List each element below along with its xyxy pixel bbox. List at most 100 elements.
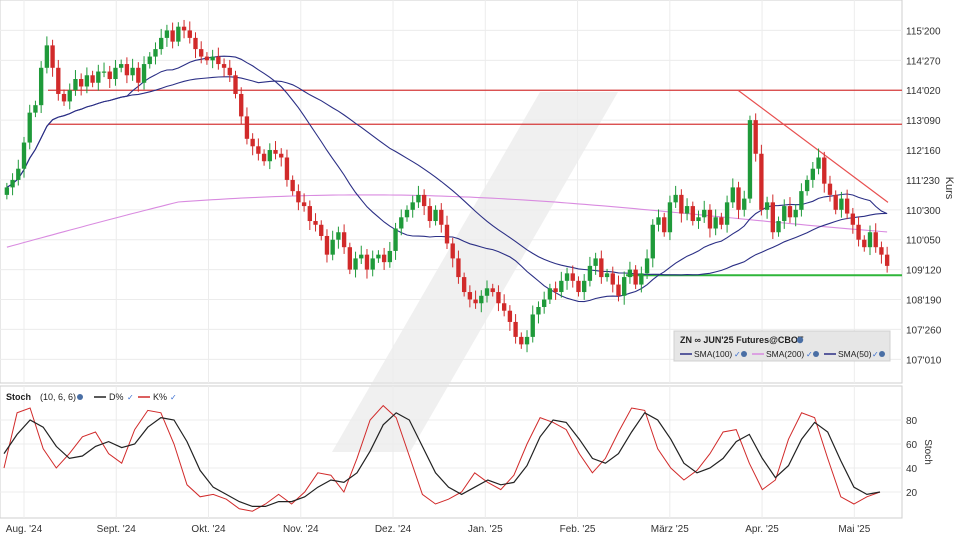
candle-body [181,26,187,31]
stoch-axis: 80 60 40 20 [906,416,918,499]
price-axis-label: Kurs [943,177,955,200]
candle-body [467,292,473,300]
candle-body [696,217,701,222]
candle-body [747,120,753,199]
candle-body [490,288,495,293]
candle-body [233,75,238,94]
legend-check-icon[interactable]: ✓ [806,350,813,359]
candle-body [644,258,650,274]
price-tick-label: 108'190 [906,296,942,307]
candle-body [44,45,50,68]
info-icon[interactable] [796,336,804,344]
candle-body [56,67,61,94]
candle-body [107,71,112,80]
candle-body [759,153,764,210]
candle-body [221,64,227,68]
price-tick-label: 112'160 [906,146,941,157]
candle-body [662,217,667,233]
candle-body [627,269,633,278]
candle-body [439,209,444,225]
candle-body [387,250,393,263]
candle-body [113,67,118,80]
candle-body [604,273,610,278]
candle-body [501,303,507,311]
time-tick-label: März '25 [651,524,689,535]
candle-body [176,26,181,42]
candle-body [416,194,421,203]
stoch-d-label: D% [109,392,124,402]
legend-info-icon[interactable] [879,351,885,357]
candle-body [159,37,164,50]
legend-sma200: SMA(200) [766,349,804,359]
candle-body [833,194,838,210]
stoch-params: (10, 6, 6) [40,392,76,402]
stoch-tick-label: 60 [906,440,918,451]
candle-body [61,93,67,102]
candle-body [307,206,312,222]
info-icon[interactable] [77,394,83,400]
stoch-tick-label: 80 [906,416,918,427]
candle-body [330,239,335,255]
candle-body [381,254,387,263]
legend-sma50: SMA(50) [838,349,872,359]
candle-body [810,168,816,180]
candle-body [639,273,644,285]
candle-body [73,79,78,91]
candle-body [147,56,152,65]
candle-body [27,112,32,143]
candle-body [770,202,775,233]
candle-body [650,224,655,259]
candle-body [124,64,130,76]
candle-body [193,37,198,50]
legend-check-icon[interactable]: ✓ [734,350,741,359]
legend-info-icon[interactable] [741,351,747,357]
candle-body [78,79,84,87]
candle-body [884,254,890,266]
candle-body [787,206,793,218]
candle-body [610,273,615,285]
time-tick-label: Feb. '25 [560,524,596,535]
candle-body [410,202,415,210]
candle-body [764,202,770,210]
candle-body [136,67,141,83]
candle-body [216,56,221,65]
candle-body [279,153,284,158]
candle-body [702,209,707,218]
time-tick-label: Jan. '25 [468,524,503,535]
candle-body [267,150,272,162]
price-tick-label: 110'300 [906,206,941,217]
legend-check-icon[interactable]: ✓ [127,393,134,402]
candle-body [862,239,867,248]
legend-check-icon[interactable]: ✓ [170,393,177,402]
candle-body [753,120,758,154]
candle-body [313,221,318,225]
candle-body [593,258,598,266]
price-tick-label: 114'020 [906,86,941,97]
candle-body [684,206,690,214]
candle-body [724,202,730,225]
time-tick-label: Sept. '24 [97,524,137,535]
candle-body [473,299,478,304]
candle-body [776,221,781,233]
candle-body [856,224,861,240]
time-tick-label: Apr. '25 [745,524,779,535]
price-tick-label: 114'270 [906,56,941,67]
candle-body [450,243,455,259]
candle-body [21,142,27,169]
candle-body [519,336,524,345]
candle-body [559,280,564,293]
candle-body [496,292,501,304]
candle-body [461,277,467,293]
candle-body [227,67,232,76]
time-tick-label: Mai '25 [838,524,870,535]
legend-info-icon[interactable] [813,351,819,357]
legend-check-icon[interactable]: ✓ [872,350,879,359]
candle-body [536,306,541,315]
candle-body [816,157,821,169]
candle-body [199,49,204,57]
candle-body [119,64,124,68]
candle-body [879,247,884,255]
price-tick-label: 115'200 [906,26,941,37]
candle-body [393,228,398,251]
candle-body [570,273,575,281]
